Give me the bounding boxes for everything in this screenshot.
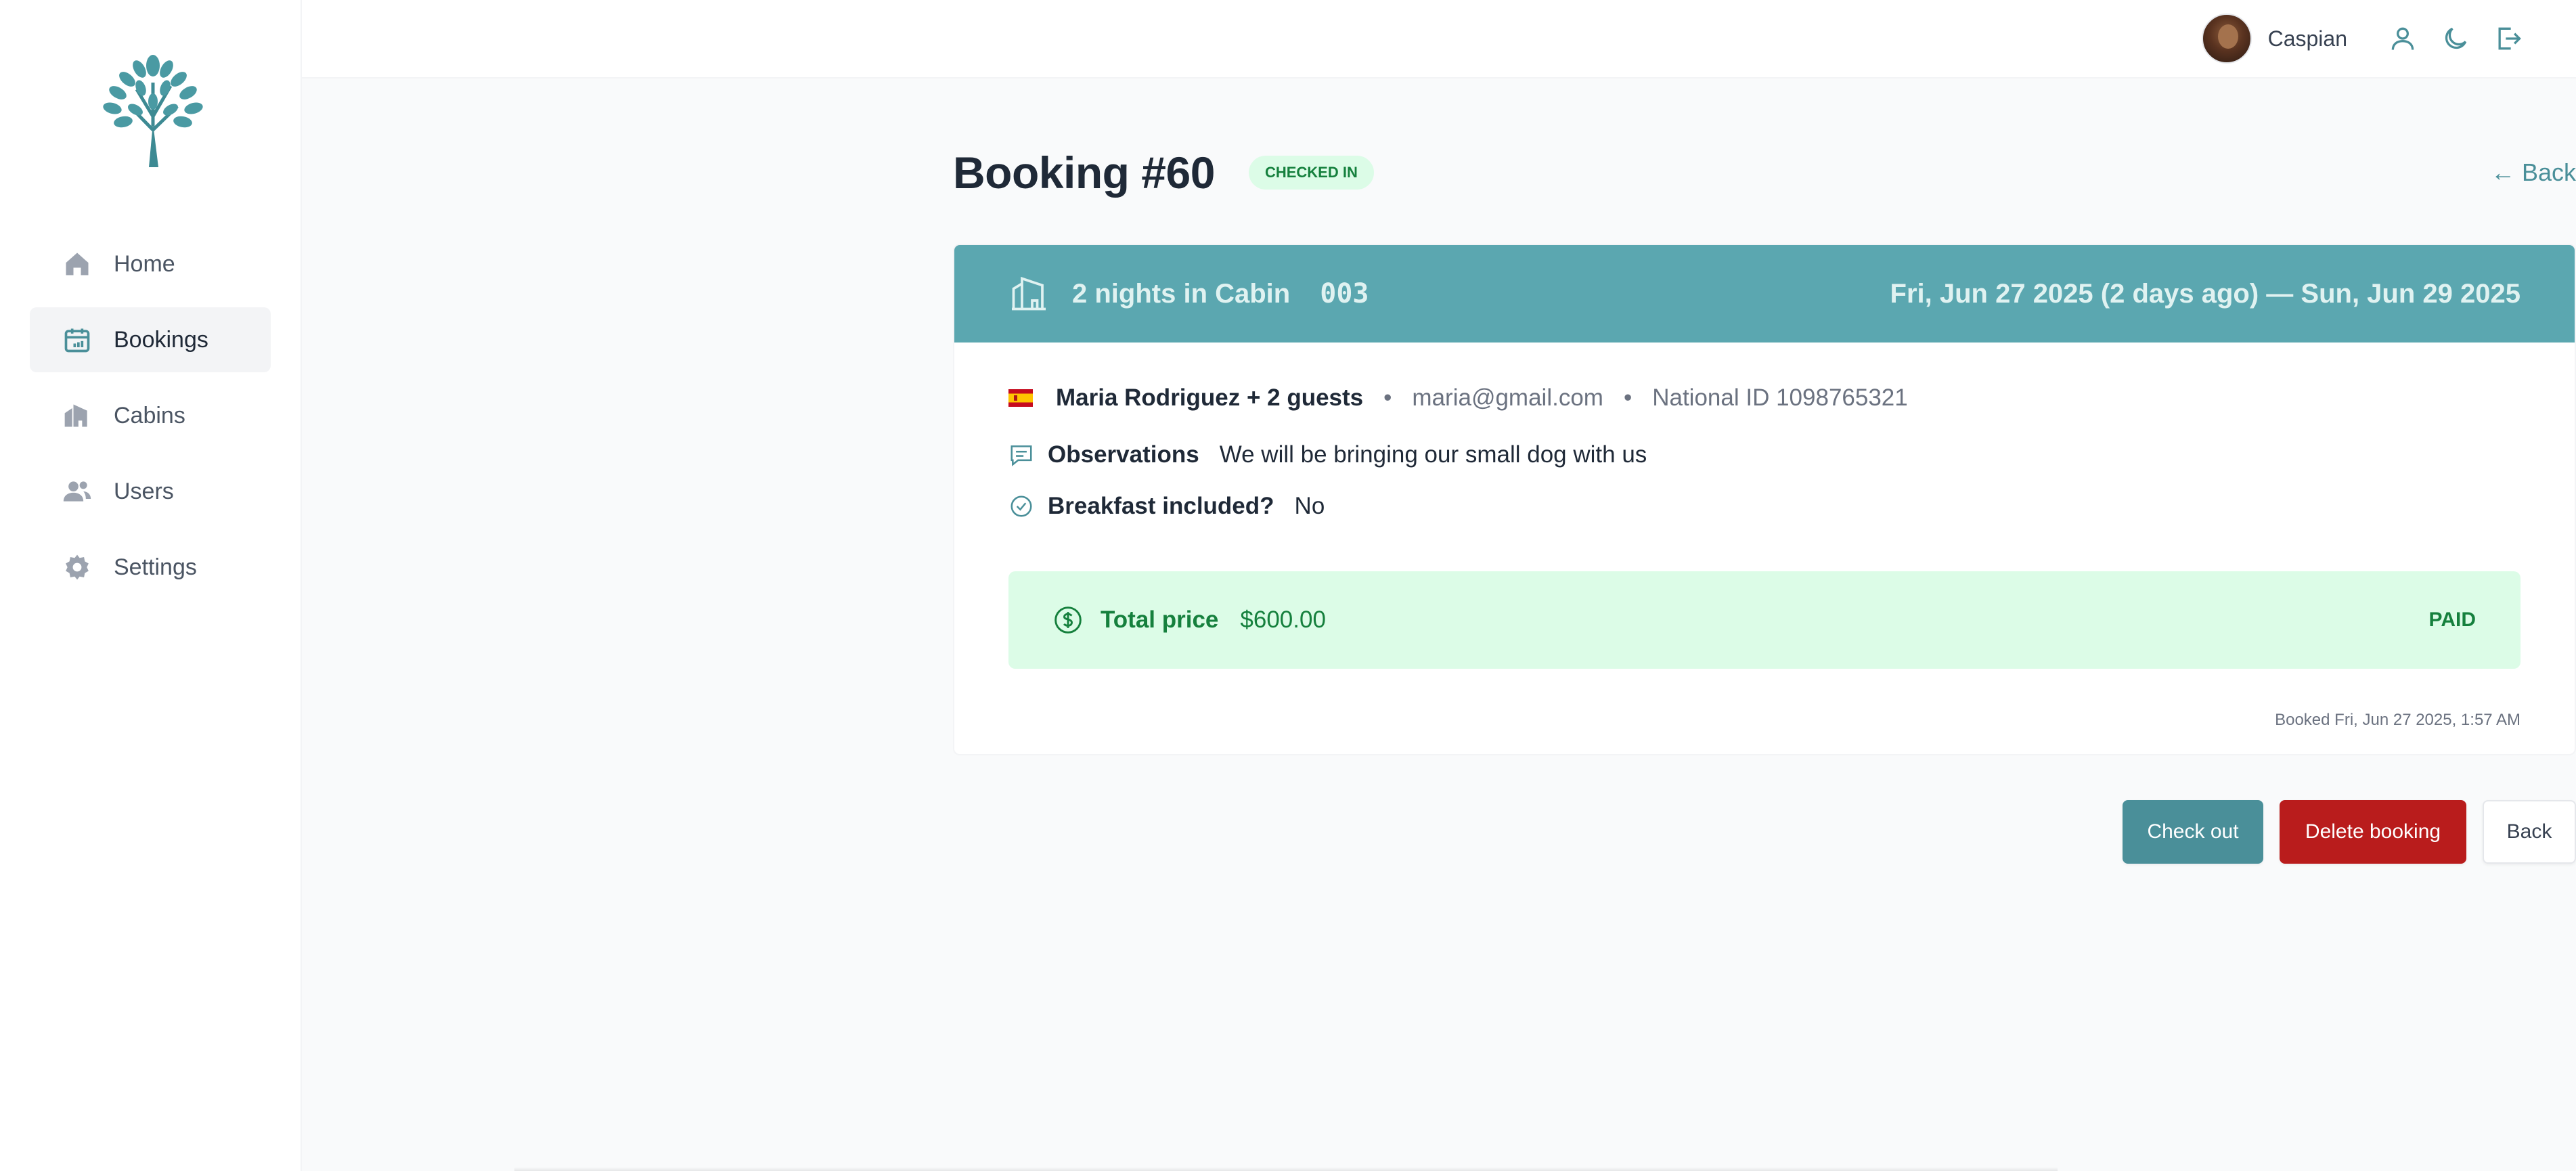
observations-row: Observations We will be bringing our sma… (1008, 441, 2521, 468)
booking-detail-page: Booking #60 Checked in ← Back 2 nights i… (302, 79, 2576, 864)
header-actions (2388, 24, 2523, 53)
sidebar-item-home[interactable]: Home (30, 231, 271, 296)
sidebar-item-label: Users (114, 478, 174, 504)
sidebar-item-cabins[interactable]: Cabins (30, 383, 271, 448)
top-bar: Caspian (302, 0, 2576, 79)
national-id: National ID 1098765321 (1652, 384, 1908, 411)
bottom-shadow (514, 1167, 2058, 1171)
price-value: $600.00 (1240, 606, 1326, 633)
back-button[interactable]: Back (2483, 800, 2576, 864)
sidebar-item-settings[interactable]: Settings (30, 535, 271, 600)
booking-card-body: Maria Rodriguez + 2 guests • maria@gmail… (954, 343, 2575, 754)
main-nav: Home Bookings Cabins Users Settings (0, 231, 301, 600)
page-title: Booking #60 (953, 148, 1215, 198)
status-badge: Checked in (1248, 156, 1374, 190)
tree-logo-icon (103, 55, 203, 167)
sidebar-item-bookings[interactable]: Bookings (30, 307, 271, 372)
building-icon (62, 401, 92, 430)
user-info: Caspian (2201, 14, 2347, 64)
main-area: Caspian Booking #60 Checked in (302, 0, 2576, 1171)
separator-dot: • (1623, 384, 1633, 411)
delete-booking-button[interactable]: Delete booking (2280, 800, 2466, 864)
breakfast-label: Breakfast included? (1048, 493, 1274, 519)
observations-value: We will be bringing our small dog with u… (1219, 441, 1647, 468)
user-icon[interactable] (2388, 24, 2418, 53)
observations-label: Observations (1048, 441, 1199, 468)
sidebar-item-label: Home (114, 250, 175, 277)
separator-dot: • (1383, 384, 1392, 411)
booked-timestamp: Booked Fri, Jun 27 2025, 1:57 AM (2275, 711, 2521, 729)
avatar (2201, 14, 2252, 64)
heading-row: Booking #60 Checked in ← Back (953, 135, 2576, 210)
nights-summary: 2 nights in Cabin 003 (1008, 273, 1369, 314)
home-icon (62, 249, 92, 279)
moon-icon[interactable] (2441, 24, 2470, 53)
price-summary: Total price $600.00 (1053, 605, 1326, 635)
sidebar-item-label: Bookings (114, 326, 208, 353)
paid-status: Paid (2428, 609, 2476, 631)
back-link[interactable]: ← Back (2491, 158, 2576, 187)
guest-name: Maria Rodriguez + 2 guests (1056, 384, 1364, 411)
cabin-icon (1008, 273, 1049, 314)
sidebar: Home Bookings Cabins Users Settings (0, 0, 302, 1171)
price-box: Total price $600.00 Paid (1008, 571, 2521, 669)
sidebar-item-users[interactable]: Users (30, 459, 271, 524)
chat-icon (1008, 442, 1034, 468)
booking-card-header: 2 nights in Cabin 003 Fri, Jun 27 2025 (… (954, 245, 2575, 343)
check-circle-icon (1008, 493, 1034, 519)
breakfast-value: No (1294, 493, 1325, 519)
guest-email: maria@gmail.com (1412, 384, 1603, 411)
calendar-icon (62, 325, 92, 355)
logo (0, 42, 301, 171)
guest-row: Maria Rodriguez + 2 guests • maria@gmail… (1008, 384, 2521, 412)
users-icon (62, 477, 92, 506)
breakfast-row: Breakfast included? No (1008, 493, 2521, 520)
app-shell: Home Bookings Cabins Users Settings Casp… (0, 0, 2576, 1171)
cabin-code: 003 (1320, 278, 1369, 309)
sidebar-item-label: Settings (114, 554, 197, 580)
spain-flag-icon (1008, 389, 1033, 407)
heading-left: Booking #60 Checked in (953, 147, 1374, 198)
date-range: Fri, Jun 27 2025 (2 days ago) — Sun, Jun… (1890, 278, 2521, 309)
dollar-circle-icon (1053, 605, 1083, 635)
action-buttons: Check out Delete booking Back (953, 800, 2576, 864)
nights-text: 2 nights in Cabin (1072, 278, 1291, 309)
check-out-button[interactable]: Check out (2123, 800, 2263, 864)
sidebar-item-label: Cabins (114, 402, 185, 428)
booking-card: 2 nights in Cabin 003 Fri, Jun 27 2025 (… (953, 244, 2576, 755)
price-label: Total price (1101, 606, 1219, 633)
logout-icon[interactable] (2493, 24, 2523, 53)
gear-icon (62, 552, 92, 582)
username: Caspian (2267, 26, 2347, 51)
